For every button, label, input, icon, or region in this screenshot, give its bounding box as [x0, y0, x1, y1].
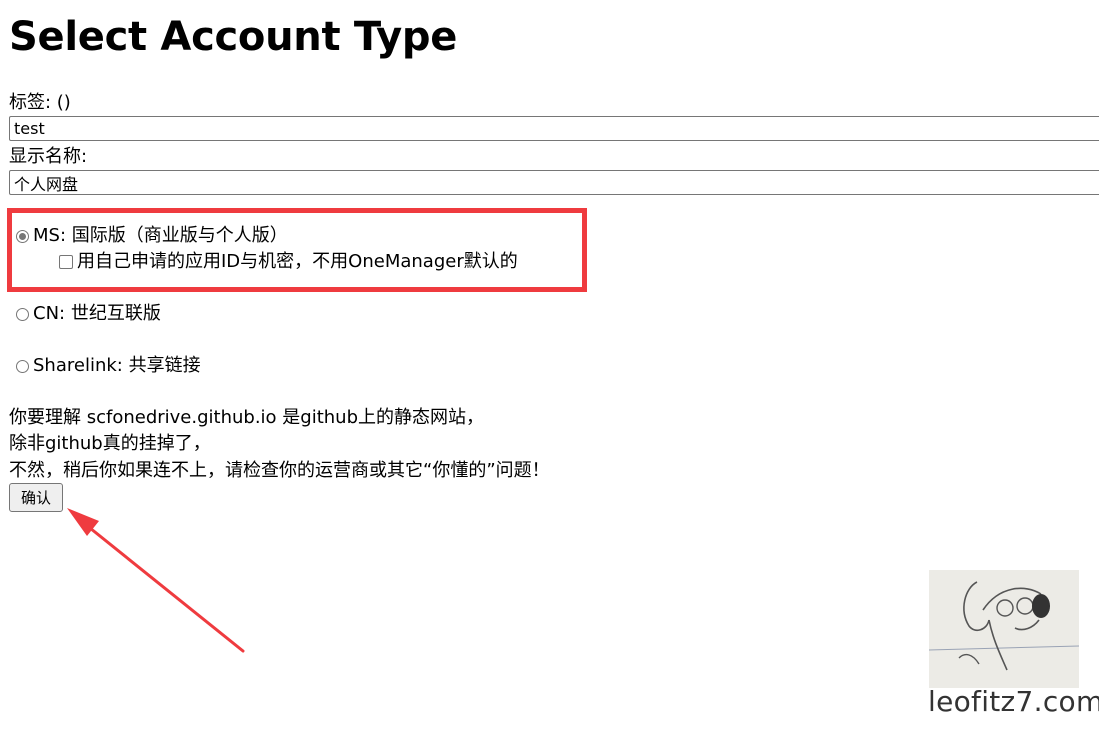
- display-name-label: 显示名称:: [9, 146, 88, 167]
- ms-option-label: MS: 国际版（商业版与个人版）: [33, 225, 288, 246]
- notice-line-1: 你要理解 scfonedrive.github.io 是github上的静态网站…: [9, 407, 485, 428]
- display-name-input[interactable]: [9, 170, 1099, 195]
- sharelink-option-label: Sharelink: 共享链接: [33, 355, 201, 376]
- tag-label: 标签: (): [9, 92, 71, 113]
- confirm-button[interactable]: 确认: [9, 483, 63, 512]
- watermark-text: leofitz7.com: [928, 685, 1099, 718]
- sharelink-option[interactable]: Sharelink: 共享链接: [16, 354, 201, 378]
- page-title: Select Account Type: [9, 14, 458, 60]
- watermark-dog-logo: [928, 570, 1080, 688]
- custom-app-label: 用自己申请的应用ID与机密，不用OneManager默认的: [77, 251, 518, 272]
- cn-radio[interactable]: [16, 307, 29, 321]
- notice-line-2: 除非github真的挂掉了，: [9, 433, 211, 454]
- cn-option[interactable]: CN: 世纪互联版: [16, 302, 161, 326]
- ms-radio[interactable]: [16, 229, 29, 243]
- sharelink-radio[interactable]: [16, 359, 29, 373]
- tag-input[interactable]: [9, 116, 1099, 141]
- custom-app-checkbox[interactable]: [59, 255, 73, 269]
- ms-option[interactable]: MS: 国际版（商业版与个人版）: [16, 224, 288, 248]
- custom-app-option[interactable]: 用自己申请的应用ID与机密，不用OneManager默认的: [59, 250, 518, 274]
- notice-line-3: 不然，稍后你如果连不上，请检查你的运营商或其它“你懂的”问题！: [9, 460, 550, 481]
- cn-option-label: CN: 世纪互联版: [33, 303, 161, 324]
